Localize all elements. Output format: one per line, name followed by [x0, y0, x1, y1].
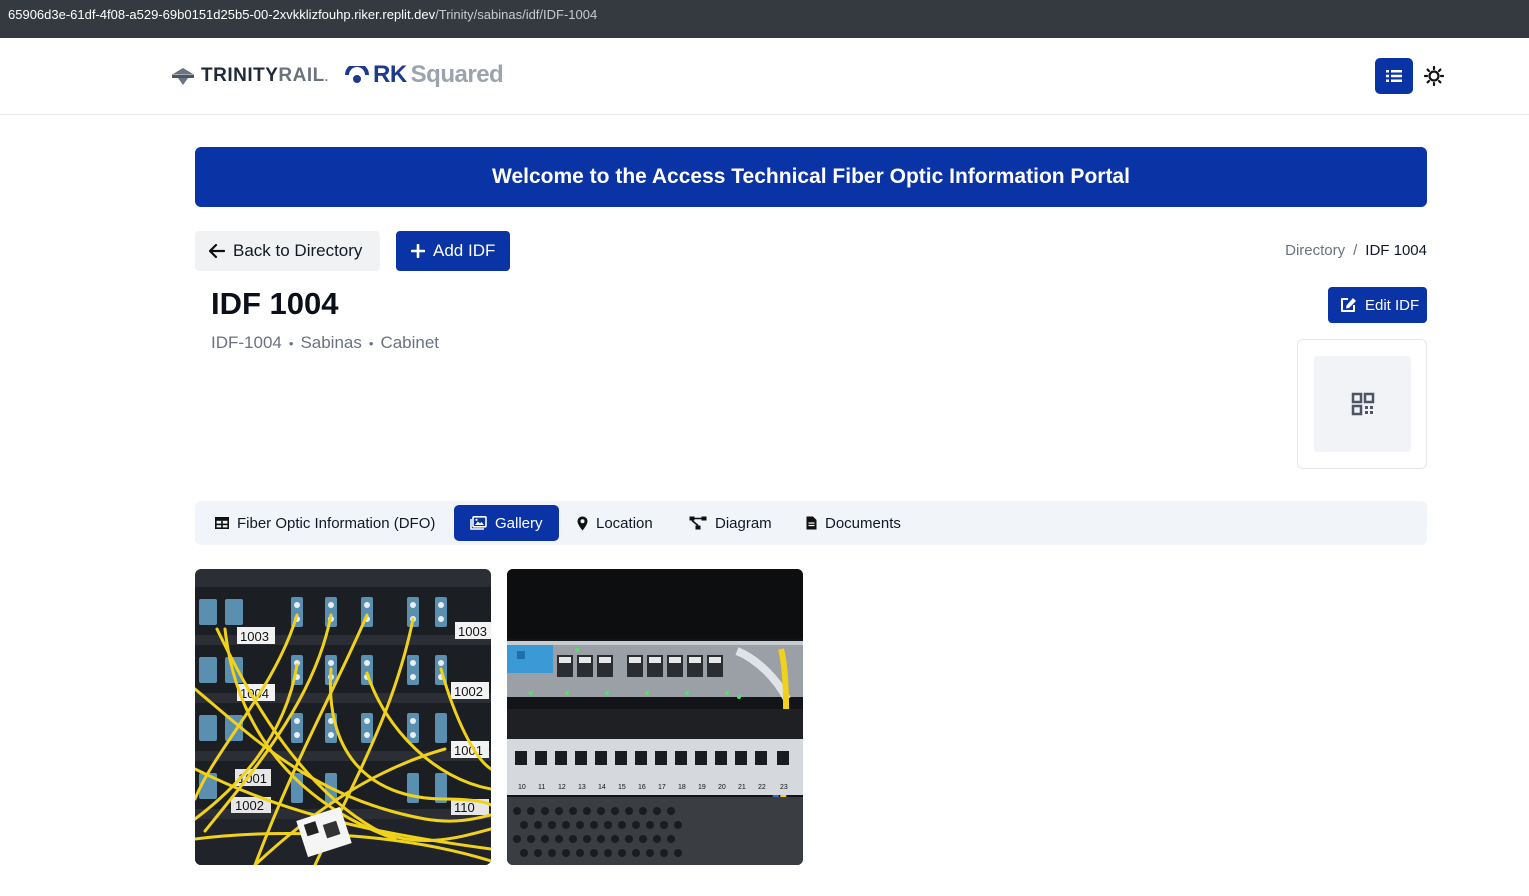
panel-label: 1002 — [454, 684, 483, 699]
page-title: IDF 1004 — [211, 286, 339, 321]
tab-label: Location — [596, 514, 653, 532]
trinity-rail-logo[interactable]: TRINITYRAIL. — [171, 64, 329, 88]
url-host: 65906d3e-61df-4f08-a529-69b0151d25b5-00-… — [8, 7, 436, 22]
site-header: TRINITYRAIL. RK Squared — [0, 38, 1529, 115]
welcome-banner: Welcome to the Access Technical Fiber Op… — [195, 147, 1427, 207]
rk-logo-icon — [345, 66, 369, 83]
map-pin-icon — [577, 516, 588, 530]
table-icon — [215, 517, 229, 529]
file-icon — [806, 516, 817, 530]
port-number: 20 — [718, 784, 726, 791]
welcome-text: Welcome to the Access Technical Fiber Op… — [492, 165, 1130, 188]
address-bar[interactable]: 65906d3e-61df-4f08-a529-69b0151d25b5-00-… — [0, 0, 1529, 38]
arrow-left-icon — [209, 244, 225, 258]
port-number: 23 — [780, 784, 788, 791]
idf-type: Cabinet — [380, 333, 440, 352]
port-number: 18 — [678, 784, 686, 791]
port-number: 11 — [538, 784, 545, 791]
tab-location[interactable]: Location — [577, 505, 653, 541]
list-icon — [1386, 70, 1402, 82]
edit-icon — [1341, 298, 1356, 312]
breadcrumb: Directory / IDF 1004 — [1285, 242, 1427, 259]
port-number: 15 — [618, 784, 626, 791]
panel-label: 110 — [454, 800, 475, 815]
tab-label: Fiber Optic Information (DFO) — [237, 514, 436, 532]
port-number: 22 — [758, 784, 766, 791]
images-icon — [470, 516, 487, 530]
port-number: 10 — [518, 784, 526, 791]
menu-button[interactable] — [1375, 58, 1413, 94]
panel-label: 1003 — [458, 624, 487, 639]
add-label: Add IDF — [433, 241, 496, 260]
qr-code-icon — [1351, 392, 1374, 416]
port-number: 21 — [738, 784, 746, 791]
sun-icon — [1424, 66, 1444, 86]
breadcrumb-directory-link[interactable]: Directory — [1285, 242, 1345, 259]
plus-icon — [411, 244, 425, 258]
subtitle-separator: • — [368, 335, 374, 351]
tab-fiber-optic-information[interactable]: Fiber Optic Information (DFO) — [215, 505, 435, 541]
tab-label: Diagram — [715, 514, 772, 532]
trinity-logo-icon — [172, 68, 194, 85]
tab-gallery[interactable]: Gallery — [454, 505, 559, 541]
port-number: 12 — [558, 784, 566, 791]
logo-trinity-text: TRINITY — [201, 65, 279, 86]
logo-squared-text: Squared — [410, 61, 504, 88]
idf-code: IDF-1004 — [211, 333, 282, 352]
gallery-photo-patch-panel[interactable]: 1003 1004 1002 1001 1003 1001 1001 1002 … — [195, 569, 491, 865]
idf-site: Sabinas — [300, 333, 362, 352]
rksquared-logo[interactable]: RK Squared — [345, 60, 504, 90]
url-path: /Trinity/sabinas/idf/IDF-1004 — [435, 7, 598, 22]
logo-rail-text: RAIL — [278, 65, 325, 86]
edit-label: Edit IDF — [1365, 296, 1420, 314]
port-number: 17 — [658, 784, 666, 791]
idf-subtitle: IDF-1004 • Sabinas • Cabinet — [211, 333, 439, 353]
breadcrumb-separator: / — [1353, 242, 1358, 259]
tab-diagram[interactable]: Diagram — [689, 505, 772, 541]
tab-label: Documents — [825, 514, 901, 532]
port-number: 19 — [698, 784, 706, 791]
back-to-directory-button[interactable]: Back to Directory — [195, 231, 380, 271]
patch-panel-image: 1003 1004 1002 1001 1003 1001 1001 1002 … — [195, 569, 491, 865]
tab-documents[interactable]: Documents — [806, 505, 901, 541]
theme-toggle-button[interactable] — [1423, 65, 1445, 87]
logo-rk-text: RK — [373, 61, 407, 88]
idf-tabs: Fiber Optic Information (DFO) Gallery Lo… — [195, 501, 1427, 545]
subtitle-separator: • — [288, 335, 294, 351]
tab-label: Gallery — [495, 514, 543, 532]
panel-label: 1003 — [240, 629, 269, 644]
add-idf-button[interactable]: Add IDF — [396, 231, 510, 271]
breadcrumb-current: IDF 1004 — [1365, 242, 1427, 259]
edit-idf-button[interactable]: Edit IDF — [1328, 287, 1427, 323]
port-number: 16 — [638, 784, 646, 791]
port-number: 13 — [578, 784, 586, 791]
gallery-photo-network-switch[interactable]: 10 11 12 13 14 15 16 17 18 19 20 21 22 2… — [507, 569, 803, 865]
panel-label: 1002 — [235, 798, 264, 813]
diagram-icon — [689, 516, 707, 530]
back-label: Back to Directory — [233, 241, 363, 260]
port-number: 14 — [598, 784, 606, 791]
qr-code-card[interactable] — [1297, 339, 1427, 469]
qr-placeholder — [1314, 356, 1411, 452]
network-switch-image: 10 11 12 13 14 15 16 17 18 19 20 21 22 2… — [507, 569, 803, 865]
